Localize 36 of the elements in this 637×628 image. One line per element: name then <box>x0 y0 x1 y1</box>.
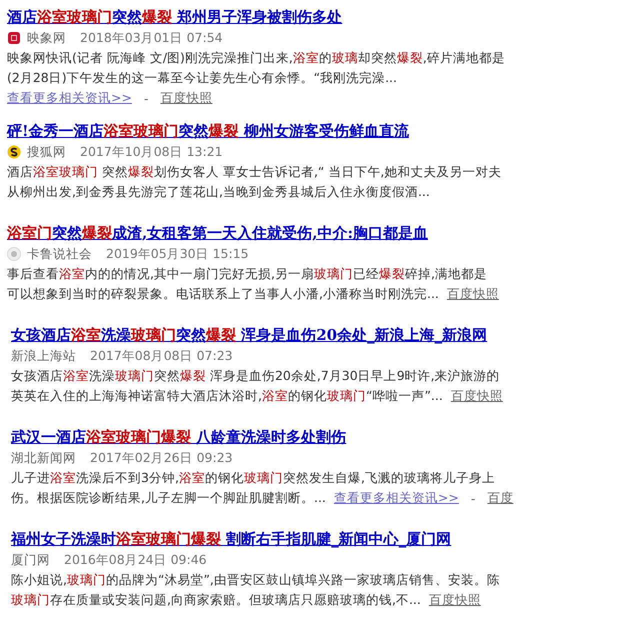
source-name: 映象网 <box>27 30 66 46</box>
publish-date: 2016年08月24日 09:46 <box>64 552 207 568</box>
source-name: 搜狐网 <box>27 144 66 160</box>
source-name: 湖北新闻网 <box>11 450 76 466</box>
separator-text: - <box>142 90 150 106</box>
publish-date: 2018年03月01日 07:54 <box>80 30 223 46</box>
snapshot-link[interactable]: 百度 <box>487 490 514 506</box>
snippet-text: 映象网快讯(记者 阮海峰 文/图)刚洗完澡推门出来,浴室的玻璃却突然爆裂,碎片满地都是 <box>7 50 505 66</box>
separator-text: - <box>470 490 476 506</box>
source-logo-icon <box>7 145 21 159</box>
snippet-text: 玻璃门存在质量或安装问题,向商家索赔。但玻璃店只愿赔玻璃的钱,不... <box>11 592 421 608</box>
snippet-text: 事后查看浴室内的的情况,其中一扇门完好无损,另一扇玻璃门 已经爆裂碎掉,满地都是 <box>7 266 487 282</box>
snippet-text: 陈小姐说,玻璃门的品牌为“沐易堂”,由晋安区鼓山镇埠兴路一家玻璃店销售、安装。陈 <box>11 572 500 588</box>
publish-date: 2017年08月08日 07:23 <box>90 348 233 364</box>
more-news-link[interactable]: 查看更多相关资讯>> <box>7 90 132 106</box>
source-name: 卡鲁说社会 <box>27 246 92 262</box>
snapshot-link[interactable]: 百度快照 <box>160 90 212 106</box>
snippet-text: 从柳州出发,到金秀县先游完了莲花山,当晚到金秀县城后入住永衡度假酒... <box>7 184 430 200</box>
snippet-text: 英英在入住的上海海神诺富特大酒店沐浴时,浴室的钢化玻璃门“哗啦一声”... <box>11 388 443 404</box>
snapshot-link[interactable]: 百度快照 <box>446 286 499 302</box>
snippet-text: 可以想象到当时的碎裂景象。电话联系上了当事人小潘,小潘称当时刚洗完... <box>7 286 439 302</box>
snippet-text: 伤。根据医院诊断结果,儿子左脚一个脚趾肌腱割断。... <box>11 490 326 506</box>
source-logo-icon <box>7 247 21 261</box>
more-news-link[interactable]: 查看更多相关资讯>> <box>334 490 459 506</box>
publish-date: 2019年05月30日 15:15 <box>106 246 249 262</box>
source-logo-icon <box>7 31 21 45</box>
snippet-text: 酒店浴室玻璃门 突然爆裂划伤女客人 覃女士告诉记者,“ 当日下午,她和丈夫及另一对夫 <box>7 164 502 180</box>
snippet-text: 儿子进浴室洗澡后不到3分钟,浴室的钢化玻璃门突然发生自爆,飞溅的玻璃将儿子身上 <box>11 470 495 486</box>
source-name: 新浪上海站 <box>11 348 76 364</box>
publish-date: 2017年02月26日 09:23 <box>90 450 233 466</box>
snippet-text: 女孩酒店浴室洗澡玻璃门突然爆裂 浑身是血伤20余处,7月30日早上9时许,来沪旅游的 <box>11 368 500 384</box>
snapshot-link[interactable]: 百度快照 <box>450 388 503 404</box>
snapshot-link[interactable]: 百度快照 <box>428 592 481 608</box>
source-name: 厦门网 <box>11 552 50 568</box>
publish-date: 2017年10月08日 13:21 <box>80 144 223 160</box>
snippet-text: (2月28日)下午发生的这一幕至今让姜先生心有余悸。“我刚洗完澡... <box>7 70 398 86</box>
